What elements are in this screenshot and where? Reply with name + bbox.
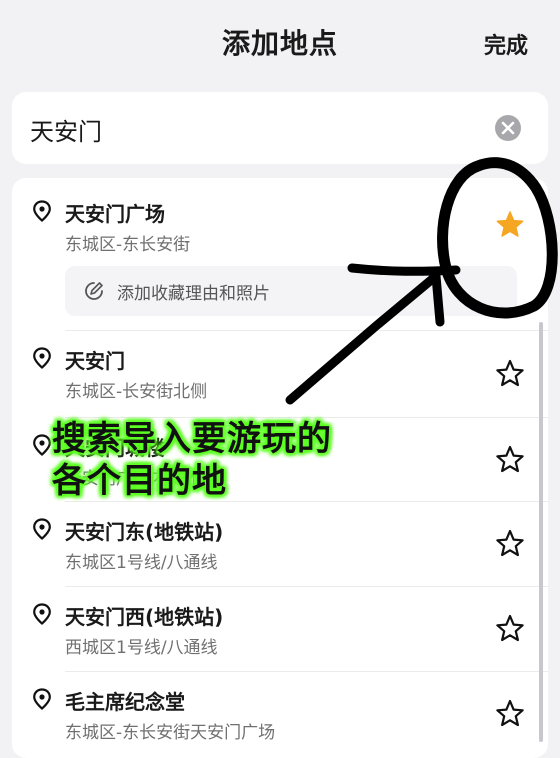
list-item[interactable]: 天安门东(地铁站) 东城区1号线/八通线 bbox=[12, 502, 548, 588]
place-address: 东城区-长安街北侧 bbox=[65, 382, 208, 402]
location-pin-icon bbox=[33, 518, 51, 540]
place-address: 东城区1号线/八通线 bbox=[65, 553, 218, 573]
place-address: 东城区-东长安街天安门广场 bbox=[65, 723, 276, 743]
search-bar[interactable]: 天安门 bbox=[12, 92, 548, 164]
place-name: 天安门东(地铁站) bbox=[65, 520, 224, 544]
annotation-caption: 搜索导入要游玩的 各个目的地 bbox=[52, 418, 332, 502]
done-button[interactable]: 完成 bbox=[484, 28, 528, 60]
place-name: 毛主席纪念堂 bbox=[65, 690, 185, 714]
annotation-line-2: 各个目的地 bbox=[52, 461, 227, 501]
place-address: 东城区-东长安街 bbox=[65, 235, 191, 255]
edit-note-icon bbox=[85, 282, 103, 300]
scrollbar[interactable] bbox=[539, 322, 543, 742]
location-pin-icon bbox=[33, 603, 51, 625]
list-item[interactable]: 天安门西(地铁站) 西城区1号线/八通线 bbox=[12, 587, 548, 673]
star-outline-icon[interactable] bbox=[494, 358, 526, 390]
location-pin-icon bbox=[33, 347, 51, 369]
place-name: 天安门 bbox=[65, 349, 125, 373]
star-outline-icon[interactable] bbox=[494, 444, 526, 476]
star-outline-icon[interactable] bbox=[494, 698, 526, 730]
close-circle-icon[interactable] bbox=[494, 114, 522, 142]
list-item[interactable]: 毛主席纪念堂 东城区-东长安街天安门广场 bbox=[12, 672, 548, 758]
header-bar: 添加地点 完成 bbox=[0, 0, 560, 86]
list-item[interactable]: 天安门广场 东城区-东长安街 添加收藏理由和照片 bbox=[12, 178, 548, 330]
location-pin-icon bbox=[33, 200, 51, 222]
star-outline-icon[interactable] bbox=[494, 528, 526, 560]
star-outline-icon[interactable] bbox=[494, 613, 526, 645]
page-title: 添加地点 bbox=[221, 27, 338, 60]
list-item[interactable]: 天安门 东城区-长安街北侧 bbox=[12, 331, 548, 417]
location-pin-icon bbox=[33, 434, 51, 456]
place-name: 天安门广场 bbox=[65, 202, 165, 226]
add-note-label: 添加收藏理由和照片 bbox=[117, 284, 270, 304]
place-name: 天安门西(地铁站) bbox=[65, 605, 224, 629]
star-filled-icon[interactable] bbox=[494, 209, 526, 241]
add-note-button[interactable]: 添加收藏理由和照片 bbox=[65, 266, 517, 316]
location-pin-icon bbox=[33, 688, 51, 710]
place-address: 西城区1号线/八通线 bbox=[65, 638, 218, 658]
search-input[interactable]: 天安门 bbox=[30, 112, 102, 147]
annotation-line-1: 搜索导入要游玩的 bbox=[52, 419, 332, 459]
